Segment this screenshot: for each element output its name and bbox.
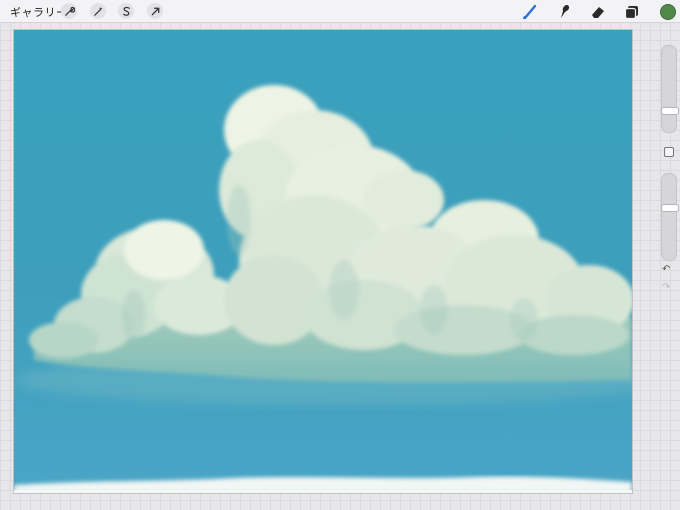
undo-icon[interactable]: ↶ bbox=[662, 264, 670, 275]
brush-size-thumb[interactable] bbox=[661, 107, 679, 115]
smudge-icon[interactable] bbox=[555, 3, 573, 21]
opacity-slider[interactable] bbox=[661, 173, 679, 261]
gallery-button[interactable]: ギャラリー bbox=[10, 4, 68, 20]
color-picker-button[interactable] bbox=[660, 4, 676, 20]
redo-icon[interactable]: ↷ bbox=[662, 282, 670, 293]
brush-size-slider[interactable] bbox=[661, 45, 679, 133]
eraser-icon[interactable] bbox=[589, 3, 607, 21]
transform-arrow-icon[interactable] bbox=[147, 3, 163, 19]
cloud-painting bbox=[14, 30, 632, 493]
wrench-icon[interactable] bbox=[61, 3, 77, 19]
modify-button[interactable] bbox=[664, 147, 674, 157]
opacity-thumb[interactable] bbox=[661, 204, 679, 212]
layers-icon[interactable] bbox=[623, 3, 641, 21]
left-sidebar-controls: ↶ ↷ bbox=[659, 42, 679, 300]
brush-icon[interactable] bbox=[521, 3, 539, 21]
magic-wand-icon[interactable] bbox=[90, 3, 106, 19]
drawing-canvas[interactable] bbox=[13, 29, 633, 494]
selection-icon[interactable] bbox=[118, 3, 134, 19]
top-toolbar: ギャラリー bbox=[0, 0, 680, 23]
